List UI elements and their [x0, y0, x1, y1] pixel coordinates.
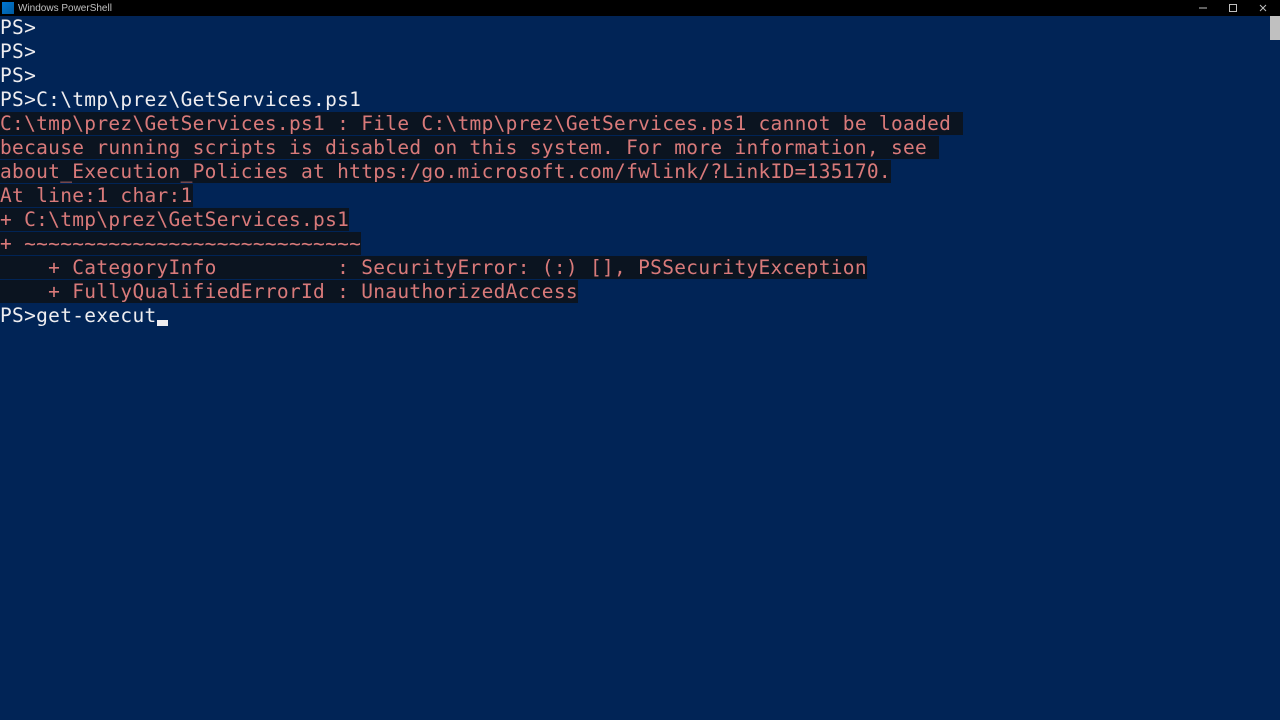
- window-controls: [1188, 0, 1278, 16]
- error-line: + ~~~~~~~~~~~~~~~~~~~~~~~~~~~~: [0, 232, 361, 255]
- titlebar[interactable]: Windows PowerShell: [0, 0, 1280, 16]
- prompt: PS>: [0, 304, 36, 327]
- prompt: PS>: [0, 40, 36, 63]
- command-text: C:\tmp\prez\GetServices.ps1: [36, 88, 361, 111]
- error-line: + CategoryInfo : SecurityError: (:) [], …: [0, 256, 867, 279]
- error-line: + C:\tmp\prez\GetServices.ps1: [0, 208, 349, 231]
- maximize-button[interactable]: [1218, 0, 1248, 16]
- terminal-area[interactable]: PS>PS>PS>PS>C:\tmp\prez\GetServices.ps1C…: [0, 16, 1280, 720]
- scrollbar[interactable]: [1270, 16, 1280, 720]
- error-line: about_Execution_Policies at https:/go.mi…: [0, 160, 891, 183]
- close-button[interactable]: [1248, 0, 1278, 16]
- minimize-button[interactable]: [1188, 0, 1218, 16]
- cursor: [157, 320, 168, 326]
- error-line: because running scripts is disabled on t…: [0, 136, 939, 159]
- scrollbar-thumb[interactable]: [1270, 16, 1280, 40]
- titlebar-left: Windows PowerShell: [2, 2, 112, 14]
- error-line: C:\tmp\prez\GetServices.ps1 : File C:\tm…: [0, 112, 963, 135]
- prompt: PS>: [0, 88, 36, 111]
- app-icon: [2, 2, 14, 14]
- prompt: PS>: [0, 16, 36, 39]
- prompt: PS>: [0, 64, 36, 87]
- error-line: + FullyQualifiedErrorId : UnauthorizedAc…: [0, 280, 578, 303]
- current-input[interactable]: get-execut: [36, 304, 156, 327]
- window-title: Windows PowerShell: [18, 3, 112, 14]
- error-line: At line:1 char:1: [0, 184, 193, 207]
